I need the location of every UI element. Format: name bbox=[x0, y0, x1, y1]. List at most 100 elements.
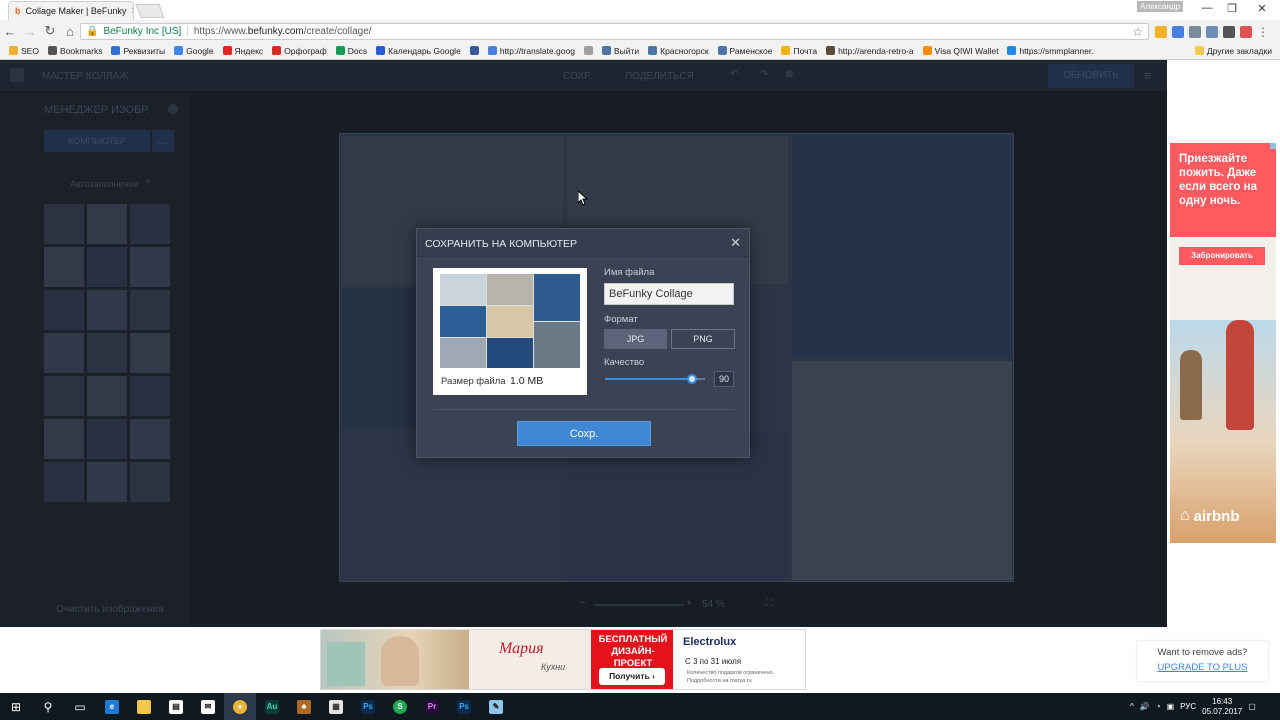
more-options-icon[interactable]: … bbox=[152, 130, 174, 152]
bookmark-item[interactable]: Раменское bbox=[717, 46, 772, 56]
restore-icon[interactable]: ❐ bbox=[1222, 2, 1242, 15]
task-view-icon[interactable]: ▭ bbox=[64, 693, 96, 720]
store-icon[interactable]: ▤ bbox=[160, 693, 192, 720]
bookmark-item[interactable]: Яндекс bbox=[222, 46, 263, 56]
autofill-close-icon[interactable]: × bbox=[145, 176, 151, 187]
bookmark-item[interactable]: Docs bbox=[335, 46, 367, 56]
omnibox[interactable]: 🔒 BeFunky Inc [US] | https://www.befunky… bbox=[80, 23, 1149, 40]
close-icon[interactable]: ✕ bbox=[730, 235, 741, 251]
autofill-label[interactable]: Автозаполнение bbox=[70, 179, 139, 189]
collage-wizard-label[interactable]: МАСТЕР КОЛЛАЖ bbox=[42, 71, 128, 82]
bookmark-item[interactable]: Выйти bbox=[601, 46, 639, 56]
minimize-icon[interactable]: — bbox=[1197, 2, 1217, 14]
image-thumbnail[interactable] bbox=[44, 290, 84, 330]
collage-cell[interactable] bbox=[792, 361, 1012, 580]
bookmark-item[interactable]: http://translate.goog bbox=[487, 46, 575, 56]
upgrade-top-button[interactable]: ОБНОВИТЬ bbox=[1048, 64, 1134, 88]
reload-icon[interactable]: ↻ bbox=[40, 23, 60, 39]
image-thumbnail[interactable] bbox=[87, 204, 127, 244]
image-thumbnail[interactable] bbox=[87, 376, 127, 416]
ad-book-button[interactable]: Забронировать bbox=[1179, 247, 1265, 265]
image-thumbnail[interactable] bbox=[130, 376, 170, 416]
home-icon[interactable]: ⌂ bbox=[60, 24, 80, 39]
other-bookmarks[interactable]: Другие закладки bbox=[1194, 46, 1272, 56]
photoshop-icon[interactable]: Ps bbox=[352, 693, 384, 720]
hamburger-menu-icon[interactable]: ≡ bbox=[1144, 68, 1152, 83]
format-png-button[interactable]: PNG bbox=[671, 329, 735, 349]
bookmark-item[interactable]: Почта bbox=[781, 46, 817, 56]
tray-chevron-icon[interactable]: ^ bbox=[1130, 702, 1134, 711]
bookmark-item[interactable]: http://arenda-retro-a bbox=[826, 46, 914, 56]
bookmark-item[interactable]: Google bbox=[174, 46, 214, 56]
premiere-icon[interactable]: Pr bbox=[416, 693, 448, 720]
banner-cta-button[interactable]: Получить › bbox=[599, 668, 665, 685]
bookmark-item[interactable]: Календарь Google bbox=[376, 46, 461, 56]
adchoices-icon[interactable] bbox=[1270, 143, 1276, 149]
bookmark-star-icon[interactable]: ☆ bbox=[1132, 25, 1143, 39]
maria-banner-ad[interactable]: Мария Кухни БЕСПЛАТНЫЙ ДИЗАЙН-ПРОЕКТ Пол… bbox=[320, 629, 806, 690]
top-save-button[interactable]: СОХР. bbox=[563, 71, 592, 82]
save-button[interactable]: Сохр. bbox=[517, 421, 651, 446]
window-close-icon[interactable]: ✕ bbox=[1252, 2, 1272, 15]
bookmark-item[interactable]: Орфограф bbox=[272, 46, 327, 56]
image-thumbnail[interactable] bbox=[44, 376, 84, 416]
collage-cell[interactable] bbox=[792, 136, 1012, 357]
airbnb-ad-top[interactable]: Приезжайте пожить. Даже если всего на од… bbox=[1170, 143, 1276, 320]
extension-icon[interactable] bbox=[1223, 26, 1235, 38]
bookmark-item[interactable]: Реквизиты bbox=[111, 46, 165, 56]
clock[interactable]: 16:43 05.07.2017 bbox=[1202, 697, 1242, 717]
close-collage-icon[interactable]: ⊠ bbox=[785, 69, 793, 80]
extension-icon[interactable] bbox=[1172, 26, 1184, 38]
zoom-in-icon[interactable]: + bbox=[686, 598, 692, 609]
file-explorer-icon[interactable] bbox=[128, 693, 160, 720]
audition-icon[interactable]: Au bbox=[256, 693, 288, 720]
windows-start-icon[interactable]: ⊞ bbox=[0, 693, 32, 720]
volume-icon[interactable]: 🔊 bbox=[1140, 702, 1150, 711]
image-thumbnail[interactable] bbox=[44, 204, 84, 244]
image-thumbnail[interactable] bbox=[130, 419, 170, 459]
image-thumbnail[interactable] bbox=[87, 333, 127, 373]
mail-icon[interactable]: ✉ bbox=[192, 693, 224, 720]
photoshop-icon[interactable]: Ps bbox=[448, 693, 480, 720]
fit-screen-icon[interactable]: ⛶ bbox=[766, 598, 773, 609]
image-thumbnail[interactable] bbox=[44, 333, 84, 373]
extension-icon[interactable] bbox=[1189, 26, 1201, 38]
new-tab-button[interactable] bbox=[135, 4, 165, 18]
image-thumbnail[interactable] bbox=[130, 290, 170, 330]
image-thumbnail[interactable] bbox=[44, 462, 84, 502]
notepad-icon[interactable]: ✎ bbox=[480, 693, 512, 720]
bookmark-item[interactable]: Красногорск bbox=[648, 46, 709, 56]
bookmark-item[interactable] bbox=[469, 46, 479, 55]
input-language[interactable]: РУС bbox=[1180, 702, 1196, 711]
computer-button[interactable]: КОМПЬЮТЕР bbox=[44, 130, 150, 152]
undo-icon[interactable]: ↶ bbox=[730, 69, 738, 80]
bookmark-item[interactable] bbox=[583, 46, 593, 55]
skype-like-icon[interactable]: S bbox=[384, 693, 416, 720]
search-icon[interactable]: ⚲ bbox=[32, 693, 64, 720]
back-icon[interactable]: ← bbox=[0, 24, 20, 39]
bookmark-item[interactable]: SEO bbox=[9, 46, 39, 56]
filename-field[interactable] bbox=[604, 283, 734, 305]
help-icon[interactable] bbox=[168, 104, 178, 114]
image-thumbnail[interactable] bbox=[130, 462, 170, 502]
app-icon[interactable]: ▦ bbox=[320, 693, 352, 720]
quality-value-field[interactable]: 90 bbox=[714, 371, 734, 387]
extension-icon[interactable] bbox=[1240, 26, 1252, 38]
forward-icon[interactable]: → bbox=[20, 24, 40, 39]
edge-icon[interactable]: e bbox=[96, 693, 128, 720]
format-jpg-button[interactable]: JPG bbox=[604, 329, 667, 349]
network-icon[interactable]: ◔ bbox=[1156, 702, 1161, 711]
chrome-icon[interactable]: ● bbox=[224, 693, 256, 720]
image-thumbnail[interactable] bbox=[44, 247, 84, 287]
clear-images-button[interactable]: Очистить изображения bbox=[56, 604, 164, 615]
image-thumbnail[interactable] bbox=[130, 247, 170, 287]
image-thumbnail[interactable] bbox=[87, 290, 127, 330]
bookmark-item[interactable]: https://smmplanner. bbox=[1007, 46, 1094, 56]
top-share-button[interactable]: ПОДЕЛИТЬСЯ bbox=[625, 71, 694, 82]
extension-icon[interactable] bbox=[1155, 26, 1167, 38]
quality-slider-handle[interactable] bbox=[686, 374, 697, 384]
bookmark-item[interactable]: Visa QIWI Wallet bbox=[922, 46, 998, 56]
image-thumbnail[interactable] bbox=[87, 247, 127, 287]
redo-icon[interactable]: ↷ bbox=[760, 69, 768, 80]
zoom-slider[interactable] bbox=[594, 604, 684, 606]
